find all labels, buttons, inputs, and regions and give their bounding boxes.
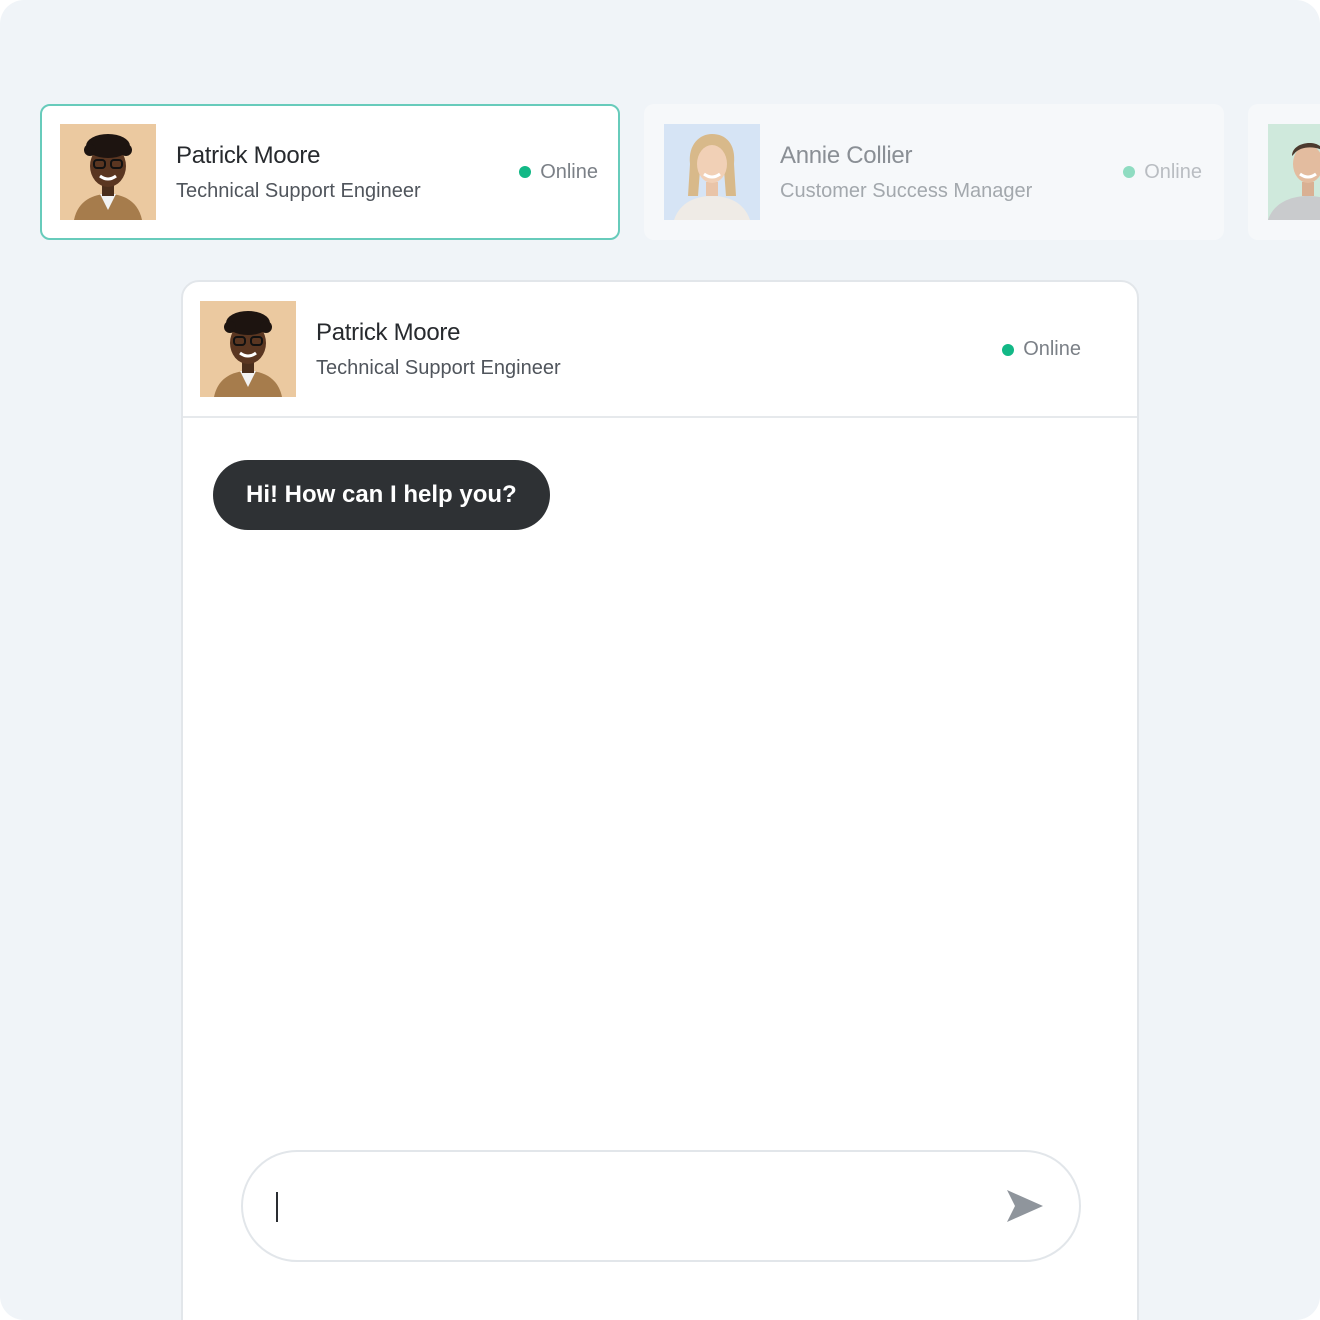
status-badge: Online [519,161,598,184]
page-background: Patrick Moore Technical Support Engineer… [0,0,1320,1320]
online-dot-icon [519,166,532,178]
chat-header: Patrick Moore Technical Support Engineer… [183,282,1137,418]
online-dot-icon [1002,343,1015,356]
agent-message-bubble: Hi! How can I help you? [213,460,550,530]
status-badge: Online [1123,161,1202,184]
agent-role: Customer Success Manager [780,179,1033,202]
status-label: Online [540,160,598,183]
agent-name: Patrick Moore [176,141,321,169]
avatar [1268,124,1320,220]
agent-card-annie-collier[interactable]: Annie Collier Customer Success Manager O… [644,104,1224,240]
avatar [200,301,296,397]
avatar [60,124,156,220]
agent-card-third[interactable] [1248,104,1320,240]
message-input[interactable] [283,1182,967,1234]
agent-card-patrick-moore[interactable]: Patrick Moore Technical Support Engineer… [40,104,620,240]
agent-name: Annie Collier [780,141,913,169]
status-label: Online [1144,160,1202,183]
avatar [664,124,760,220]
text-caret [276,1192,278,1222]
online-dot-icon [1123,166,1136,178]
agent-role: Technical Support Engineer [176,179,421,202]
chat-status-badge: Online [1002,338,1081,361]
chat-window: Patrick Moore Technical Support Engineer… [181,280,1139,1320]
chat-status-label: Online [1023,338,1081,360]
message-composer[interactable] [241,1150,1081,1262]
send-icon[interactable] [1005,1188,1045,1224]
